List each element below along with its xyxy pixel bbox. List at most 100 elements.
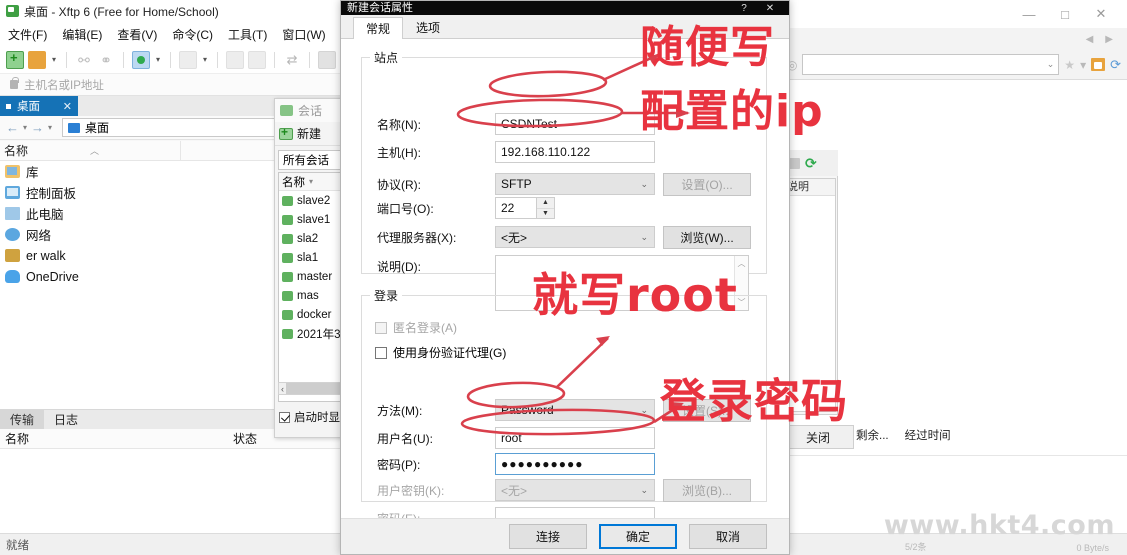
chevron-down-icon[interactable]: ▾	[201, 55, 209, 64]
tab-options[interactable]: 选项	[403, 16, 453, 38]
session-icon	[282, 290, 293, 301]
menu-view[interactable]: 查看(V)	[117, 26, 157, 43]
protocol-select[interactable]: SFTP ⌄	[495, 173, 655, 195]
protocol-row: 协议(R): SFTP ⌄ 设置(O)...	[377, 172, 777, 196]
new-session-label: 新建	[297, 127, 322, 141]
proxy-browse-button[interactable]: 浏览(W)...	[663, 225, 751, 249]
transfer-rate-text: 0 Byte/s	[1076, 543, 1109, 553]
chevron-down-icon[interactable]: ⌄	[1047, 59, 1055, 70]
home-icon[interactable]	[1091, 58, 1106, 71]
stepper-up-icon[interactable]: ▲	[537, 198, 554, 209]
host-input[interactable]: 192.168.110.122	[495, 141, 655, 163]
dialog-title: 新建会话属性	[347, 1, 413, 14]
name-label: 名称(N):	[377, 117, 421, 132]
session-settings-icon[interactable]	[132, 50, 151, 69]
checkbox-icon[interactable]	[375, 346, 387, 359]
favorites-star-icon[interactable]: ★	[1064, 58, 1075, 72]
tab-label: 桌面	[17, 101, 40, 113]
menu-edit[interactable]: 编辑(E)	[62, 26, 102, 43]
chevron-down-icon[interactable]: ⌄	[640, 179, 648, 190]
session-icon	[282, 271, 293, 282]
port-input[interactable]: 22	[495, 197, 537, 219]
dialog-footer: 连接 确定 取消	[341, 518, 789, 554]
session-filter-value: 所有会话	[283, 155, 329, 167]
list-item[interactable]: mas	[279, 286, 349, 305]
password-input[interactable]: ●●●●●●●●●●	[495, 453, 655, 475]
forward-icon[interactable]: ▶	[1105, 34, 1113, 45]
minimize-button[interactable]: —	[1011, 3, 1047, 25]
name-input[interactable]: CSDNTest	[495, 113, 655, 135]
chevron-down-icon[interactable]: ▾	[154, 55, 162, 64]
close-icon[interactable]: ✕	[63, 100, 72, 113]
connect-icon[interactable]: ⚯	[75, 51, 93, 69]
background-address-input[interactable]: ⌄	[802, 54, 1060, 75]
close-button[interactable]: ✕	[1083, 3, 1119, 25]
list-item[interactable]: slave2	[279, 191, 349, 210]
chevron-down-icon[interactable]: ▾	[50, 55, 58, 64]
refresh-icon[interactable]: ⟳	[805, 155, 817, 172]
scroll-left-icon[interactable]: ‹	[279, 384, 286, 394]
use-auth-agent-checkbox[interactable]: 使用身份验证代理(G)	[375, 344, 506, 361]
stepper-down-icon[interactable]: ▼	[537, 209, 554, 219]
terminal-icon[interactable]	[179, 50, 198, 69]
userkey-value: <无>	[501, 483, 528, 498]
tab-desktop[interactable]: 桌面 ✕	[0, 96, 78, 116]
host-address-placeholder: 主机名或IP地址	[24, 79, 104, 92]
back-icon[interactable]: ◀	[1086, 34, 1094, 45]
chevron-down-icon[interactable]: ▾	[23, 123, 27, 132]
list-item[interactable]: 2021年3	[279, 324, 349, 343]
chevron-down-icon[interactable]: ▾	[48, 123, 52, 132]
list-item[interactable]: master	[279, 267, 349, 286]
paste-icon[interactable]	[248, 50, 267, 69]
column-header-name[interactable]: 名称	[0, 429, 228, 448]
list-item[interactable]: sla2	[279, 229, 349, 248]
method-select[interactable]: Password ⌄	[495, 399, 655, 421]
proxy-select[interactable]: <无> ⌄	[495, 226, 655, 248]
cancel-button[interactable]: 取消	[689, 524, 767, 549]
menu-window[interactable]: 窗口(W)	[282, 26, 325, 43]
menu-command[interactable]: 命令(C)	[172, 26, 213, 43]
column-header-name[interactable]: 名称 ︿	[0, 141, 180, 160]
tab-log[interactable]: 日志	[44, 410, 88, 429]
tab-transfer[interactable]: 传输	[0, 410, 45, 429]
ok-button[interactable]: 确定	[599, 524, 677, 549]
forward-icon[interactable]: →	[31, 120, 44, 135]
login-group-legend: 登录	[374, 289, 399, 303]
scroll-up-icon[interactable]: ︿	[738, 258, 746, 269]
chevron-down-icon[interactable]: ⌄	[640, 232, 648, 243]
checkbox-icon	[375, 321, 387, 334]
transfer-icon[interactable]: ⇄	[283, 51, 301, 69]
chevron-down-icon[interactable]: ⌄	[640, 405, 648, 416]
tab-general[interactable]: 常规	[353, 17, 404, 39]
close-button[interactable]: 关闭	[782, 425, 854, 449]
maximize-button[interactable]: □	[1047, 3, 1083, 25]
connect-button[interactable]: 连接	[509, 524, 587, 549]
new-session-icon[interactable]	[6, 50, 24, 69]
username-value: root	[501, 431, 522, 445]
protocol-settings-button[interactable]: 设置(O)...	[663, 172, 751, 196]
close-button[interactable]: ✕	[757, 3, 783, 14]
menu-tools[interactable]: 工具(T)	[228, 26, 267, 43]
menu-file[interactable]: 文件(F)	[8, 26, 47, 43]
username-input[interactable]: root	[495, 427, 655, 449]
copy-icon[interactable]	[226, 50, 245, 69]
refresh-icon[interactable]: ⟳	[1110, 57, 1121, 73]
list-item[interactable]: sla1	[279, 248, 349, 267]
proxy-value: <无>	[501, 230, 528, 245]
userkey-label: 用户密钥(K):	[377, 483, 445, 498]
column-header-name[interactable]: 名称 ▾	[279, 173, 349, 191]
list-item[interactable]: docker	[279, 305, 349, 324]
background-inner-toolbar: ⟳	[782, 150, 838, 176]
port-stepper[interactable]: ▲ ▼	[537, 197, 555, 219]
disconnect-icon[interactable]: ⚭	[97, 51, 115, 69]
dialog-titlebar: 新建会话属性 ? ✕	[341, 1, 789, 15]
help-button[interactable]: ?	[731, 3, 757, 14]
sync-icon[interactable]	[318, 50, 337, 69]
open-folder-icon[interactable]	[28, 50, 46, 69]
session-name: master	[297, 270, 333, 283]
checkbox-icon[interactable]	[279, 411, 290, 423]
chevron-down-icon[interactable]: ▾	[1080, 58, 1086, 72]
toolbar-separator	[309, 51, 311, 68]
list-item[interactable]: slave1	[279, 210, 349, 229]
back-icon[interactable]: ←	[6, 120, 19, 135]
